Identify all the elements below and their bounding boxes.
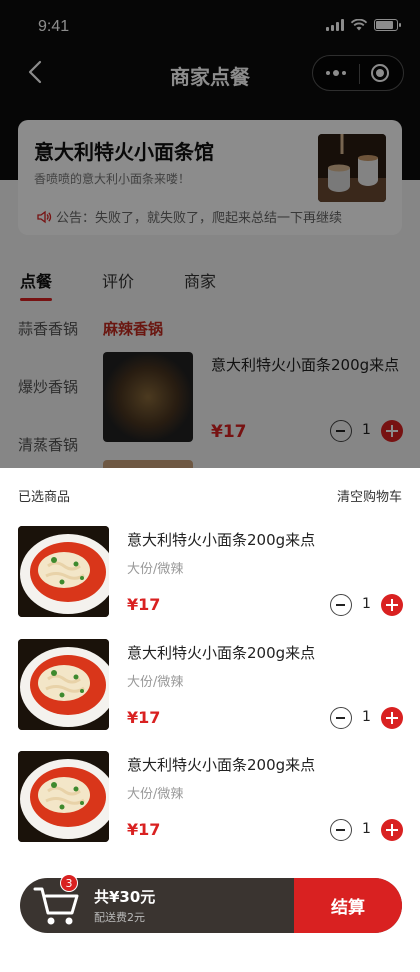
increase-button[interactable] xyxy=(381,819,403,841)
decrease-button[interactable] xyxy=(330,707,352,729)
clear-cart-button[interactable]: 清空购物车 xyxy=(337,486,402,505)
decrease-button[interactable] xyxy=(330,594,352,616)
dish-image xyxy=(18,526,109,617)
dish-price: ¥17 xyxy=(127,820,161,839)
dish-spec: 大份/微辣 xyxy=(127,675,184,690)
quantity-stepper: 1 xyxy=(330,819,403,841)
cart-count-badge: 3 xyxy=(60,874,78,892)
increase-button[interactable] xyxy=(381,594,403,616)
quantity-stepper: 1 xyxy=(330,594,403,616)
quantity-value: 1 xyxy=(362,709,371,725)
dish-name: 意大利特火小面条200g来点 xyxy=(127,531,316,549)
dish-image xyxy=(18,751,109,842)
dish-spec: 大份/微辣 xyxy=(127,562,184,577)
cart-header: 已选商品 清空购物车 xyxy=(18,486,402,506)
cart-title: 已选商品 xyxy=(18,490,71,505)
cart-item: 意大利特火小面条200g来点 大份/微辣 ¥17 1 xyxy=(18,639,403,731)
decrease-button[interactable] xyxy=(330,819,352,841)
checkout-button[interactable]: 结算 xyxy=(294,878,402,933)
cart-item: 意大利特火小面条200g来点 大份/微辣 ¥17 1 xyxy=(18,526,403,618)
dish-spec: 大份/微辣 xyxy=(127,787,184,802)
dish-name: 意大利特火小面条200g来点 xyxy=(127,756,316,774)
cart-item: 意大利特火小面条200g来点 大份/微辣 ¥17 1 xyxy=(18,751,403,843)
cart-total: 共¥30元 xyxy=(94,888,156,906)
quantity-stepper: 1 xyxy=(330,707,403,729)
dish-price: ¥17 xyxy=(127,595,161,614)
dish-price: ¥17 xyxy=(127,708,161,727)
increase-button[interactable] xyxy=(381,707,403,729)
quantity-value: 1 xyxy=(362,596,371,612)
dish-name: 意大利特火小面条200g来点 xyxy=(127,644,316,662)
dish-image xyxy=(18,639,109,730)
quantity-value: 1 xyxy=(362,821,371,837)
delivery-fee: 配送费2元 xyxy=(94,911,145,924)
